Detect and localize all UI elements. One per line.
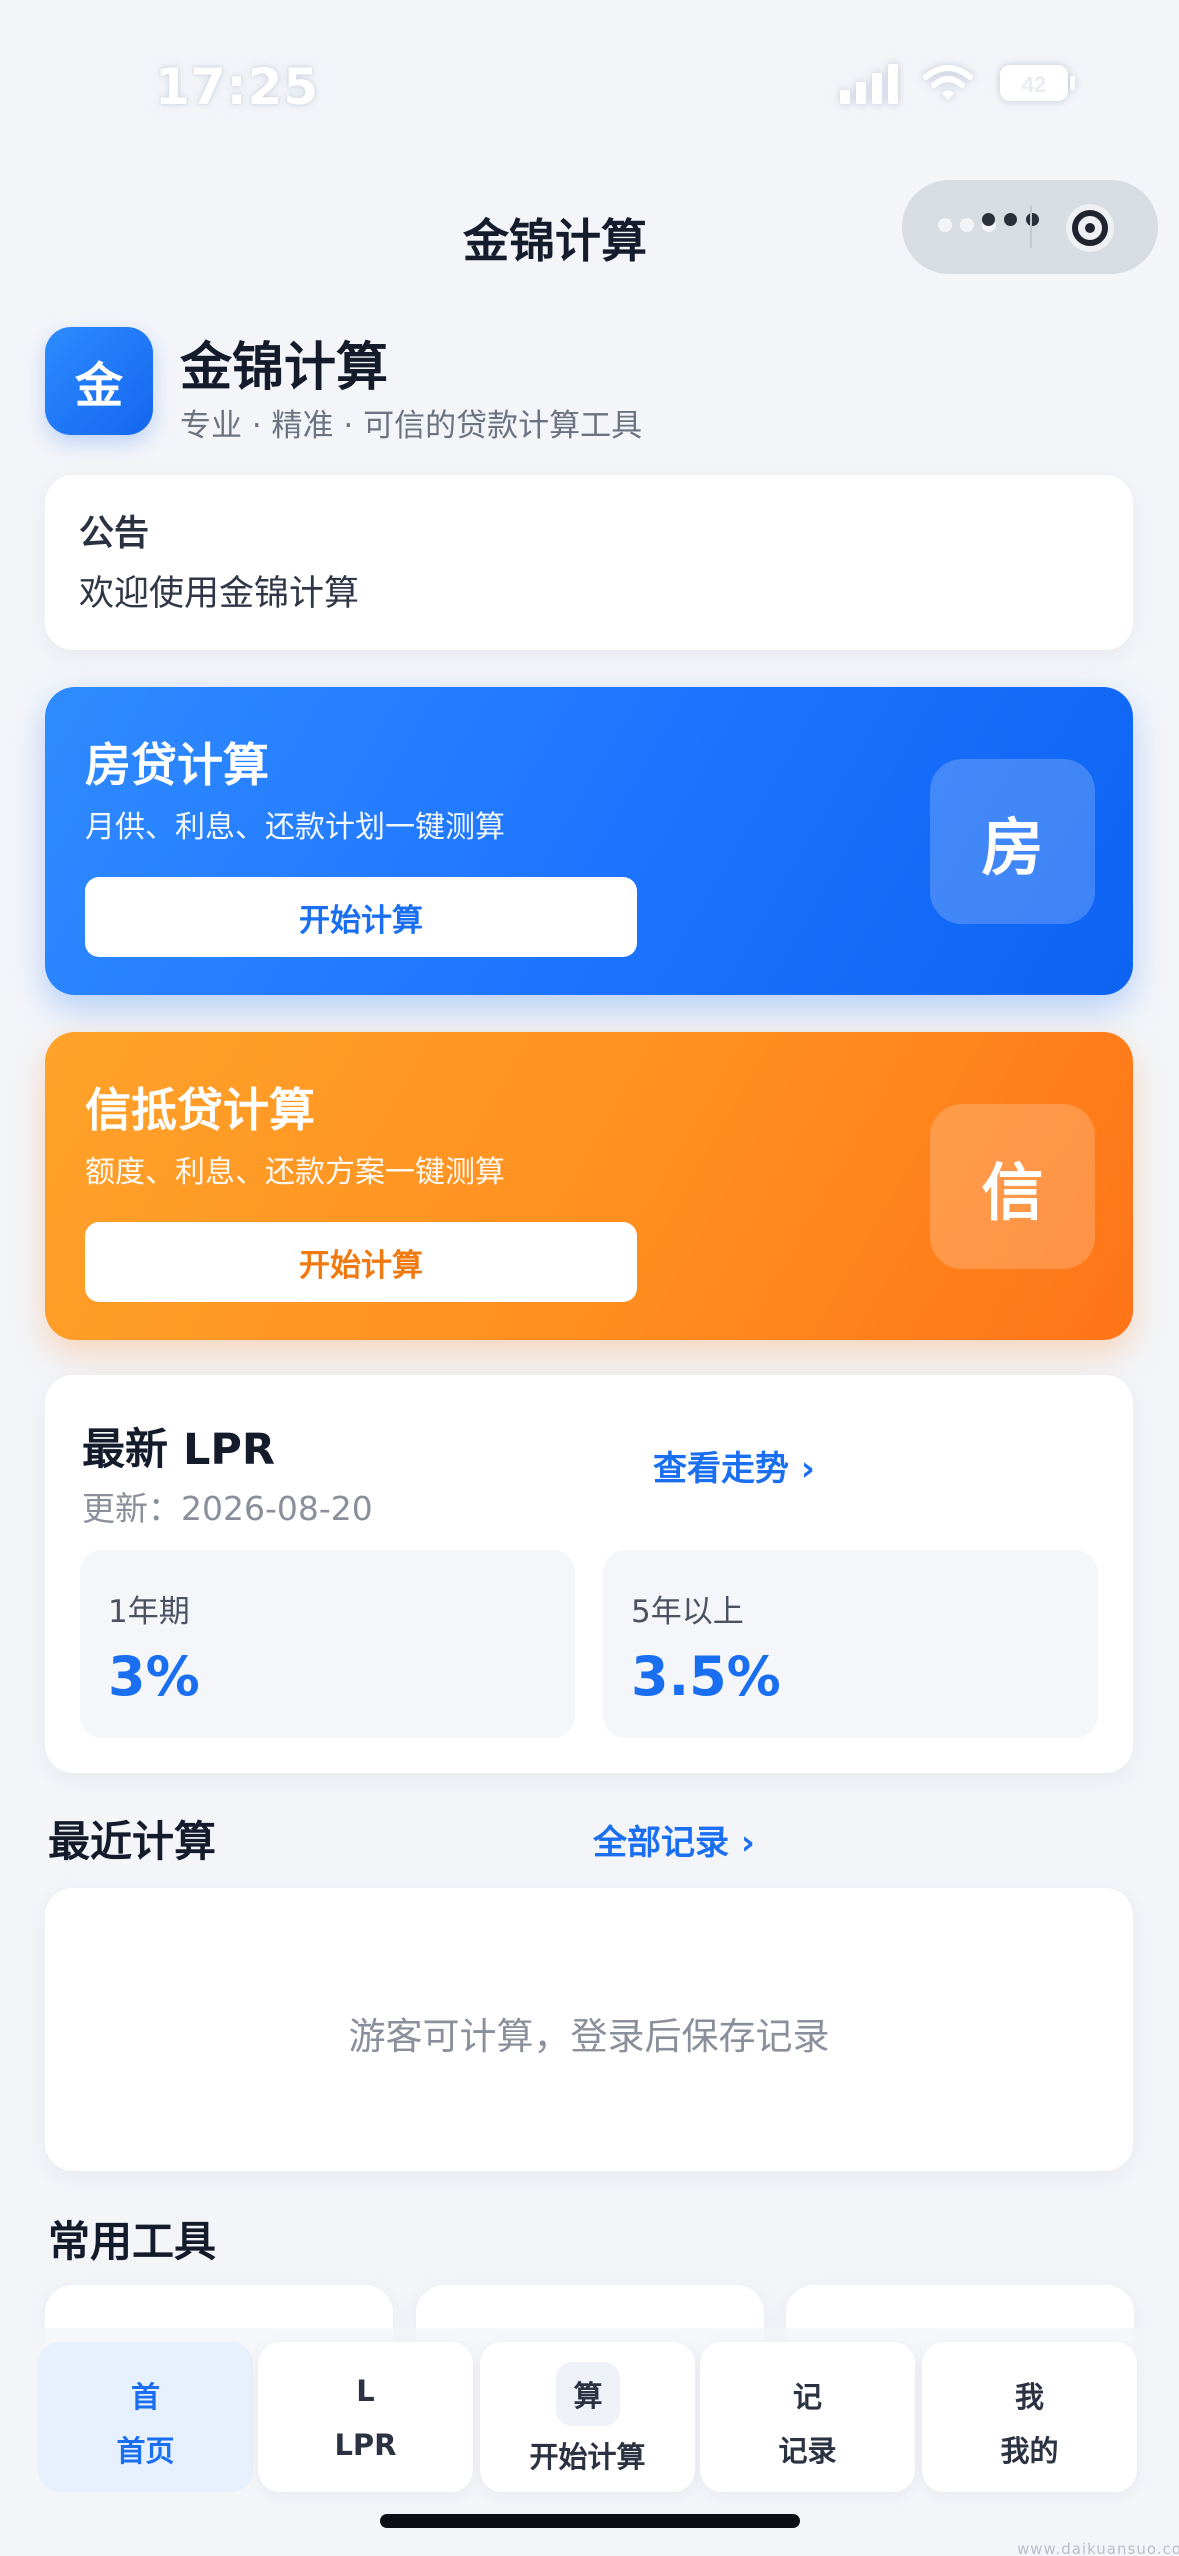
lpr-trend-link[interactable]: 查看走势 ›	[653, 1441, 815, 1490]
lpr-updated-date: 更新：2026-08-20	[82, 1489, 373, 1528]
records-icon: 记	[792, 2380, 822, 2414]
credit-loan-calculator-desc: 额度、利息、还款方案一键测算	[85, 1155, 505, 1190]
tab-label: 首页	[116, 2434, 175, 2468]
tab-label: LPR	[334, 2428, 397, 2462]
notice-title: 公告	[79, 514, 150, 554]
app-slogan: 专业 · 精准 · 可信的贷款计算工具	[180, 408, 643, 444]
battery-icon: 42	[998, 63, 1078, 103]
profile-icon: 我	[1014, 2380, 1044, 2414]
credit-loan-calculator-title: 信抵贷计算	[85, 1083, 315, 1137]
cellular-signal-icon	[840, 62, 898, 104]
tab-lpr[interactable]: L LPR	[258, 2342, 473, 2492]
home-indicator[interactable]	[380, 2514, 800, 2528]
notice-text: 欢迎使用金锦计算	[79, 574, 360, 614]
home-icon: 首	[130, 2380, 160, 2414]
tools-section-title: 常用工具	[48, 2217, 217, 2266]
lpr-icon: L	[356, 2374, 375, 2408]
credit-loan-calculator-card[interactable]: 信抵贷计算 额度、利息、还款方案一键测算 开始计算 信	[45, 1032, 1133, 1340]
house-icon: 房	[930, 759, 1095, 924]
close-mini-program-icon[interactable]	[1062, 200, 1118, 260]
tab-label: 开始计算	[529, 2440, 646, 2474]
all-records-link[interactable]: 全部记录 ›	[593, 1815, 755, 1864]
status-icons: 42	[840, 62, 1078, 104]
lpr-title: 最新 LPR	[82, 1425, 275, 1475]
tab-start-calculation[interactable]: 算 开始计算	[480, 2342, 695, 2492]
rate-value: 3.5%	[631, 1645, 781, 1708]
capsule-divider	[1030, 206, 1032, 248]
tab-mine[interactable]: 我 我的	[922, 2342, 1137, 2492]
mortgage-calculator-card[interactable]: 房贷计算 月供、利息、还款计划一键测算 开始计算 房	[45, 687, 1133, 995]
rate-label: 5年以上	[631, 1594, 744, 1630]
watermark: www.daikuansuo.com	[1017, 2540, 1179, 2556]
mortgage-calculator-desc: 月供、利息、还款计划一键测算	[85, 810, 505, 845]
app-logo: 金	[45, 327, 153, 435]
status-bar: 17:25 42	[0, 0, 1179, 150]
mortgage-calculator-title: 房贷计算	[85, 738, 269, 792]
recent-records-card: 游客可计算，登录后保存记录	[45, 1888, 1133, 2171]
app-name: 金锦计算	[180, 338, 389, 398]
battery-level: 42	[1022, 72, 1046, 97]
wifi-icon	[922, 63, 974, 103]
rate-label: 1年期	[108, 1594, 190, 1630]
tab-label: 我的	[1000, 2434, 1059, 2468]
recent-empty-text: 游客可计算，登录后保存记录	[348, 2015, 830, 2058]
tab-label: 记录	[778, 2434, 837, 2468]
lpr-rate-5-year: 5年以上 3.5%	[603, 1550, 1098, 1738]
tab-records[interactable]: 记 记录	[700, 2342, 915, 2492]
mortgage-start-button[interactable]: 开始计算	[85, 877, 637, 957]
credit-loan-start-button[interactable]: 开始计算	[85, 1222, 637, 1302]
tab-home[interactable]: 首 首页	[38, 2342, 253, 2492]
notice-card[interactable]: 公告 欢迎使用金锦计算	[45, 475, 1133, 650]
lpr-card: 最新 LPR 更新：2026-08-20 查看走势 › 1年期 3% 5年以上 …	[45, 1375, 1133, 1773]
credit-icon: 信	[930, 1104, 1095, 1269]
lpr-rate-1-year: 1年期 3%	[80, 1550, 575, 1738]
recent-section-title: 最近计算	[48, 1817, 217, 1866]
mini-program-capsule	[902, 180, 1158, 274]
calculate-icon: 算	[556, 2362, 620, 2426]
status-time: 17:25	[155, 58, 320, 116]
rate-value: 3%	[108, 1645, 200, 1708]
